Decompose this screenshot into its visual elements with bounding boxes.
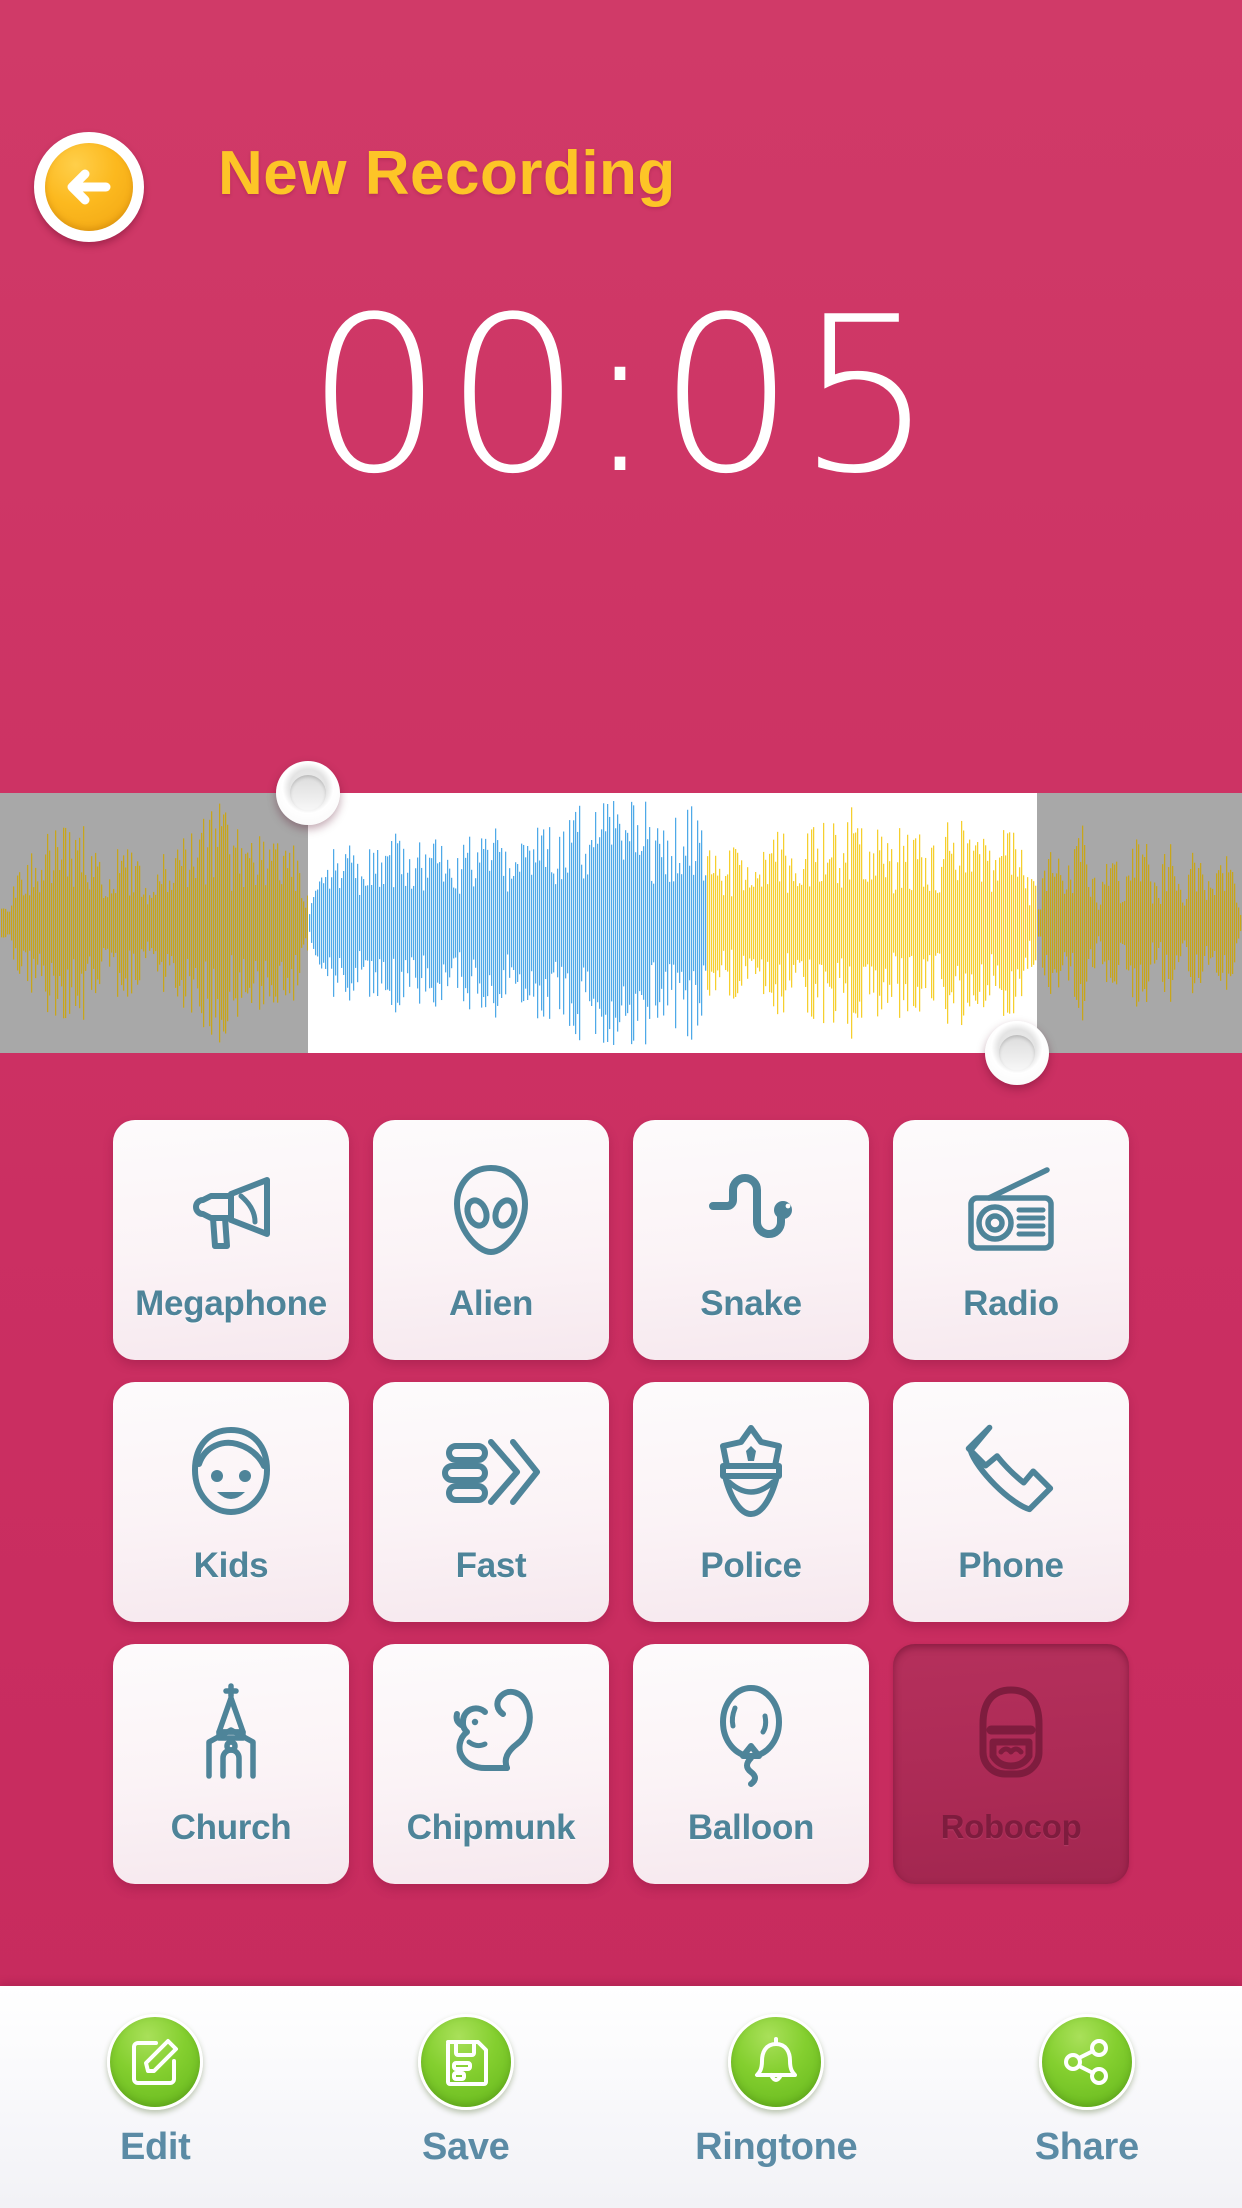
waveform-selection[interactable] [308, 793, 1037, 1053]
effect-label: Kids [193, 1546, 269, 1585]
effect-tile-robocop[interactable]: Robocop [893, 1644, 1129, 1884]
recording-timer: 00:05 [306, 270, 936, 521]
effect-tile-kids[interactable]: Kids [113, 1382, 349, 1622]
bottom-label: Ringtone [695, 2126, 858, 2168]
effect-label: Fast [455, 1546, 527, 1585]
radio-icon [947, 1146, 1075, 1274]
ringtone-button[interactable]: Ringtone [666, 2014, 886, 2169]
kid-face-icon [167, 1408, 295, 1536]
waveform-dim-right[interactable] [1037, 793, 1242, 1053]
effect-tile-radio[interactable]: Radio [893, 1120, 1129, 1360]
phone-handset-icon [947, 1408, 1075, 1536]
alien-head-icon [427, 1146, 555, 1274]
effect-tile-alien[interactable]: Alien [373, 1120, 609, 1360]
effects-grid: Megaphone Alien Snake Radio Kids Fast Po… [0, 1120, 1242, 1884]
header: New Recording [0, 132, 1242, 242]
effect-label: Balloon [687, 1808, 815, 1847]
bottom-label: Share [1034, 2126, 1139, 2168]
effect-tile-police[interactable]: Police [633, 1382, 869, 1622]
effect-label: Megaphone [135, 1284, 327, 1323]
effect-tile-snake[interactable]: Snake [633, 1120, 869, 1360]
edit-button[interactable]: Edit [45, 2014, 265, 2169]
effect-tile-fast[interactable]: Fast [373, 1382, 609, 1622]
arrow-left-icon [45, 143, 133, 231]
waveform-dim-left-bars [1, 803, 308, 1043]
squirrel-icon [427, 1670, 555, 1798]
page-title: New Recording [218, 139, 676, 208]
megaphone-icon [167, 1146, 295, 1274]
effect-label: Police [700, 1546, 802, 1585]
bottom-label: Edit [119, 2126, 191, 2168]
save-button[interactable]: Save [356, 2014, 576, 2169]
effect-label: Phone [958, 1546, 1064, 1585]
back-button[interactable] [34, 132, 144, 242]
snake-icon [687, 1146, 815, 1274]
effect-tile-megaphone[interactable]: Megaphone [113, 1120, 349, 1360]
bell-icon [728, 2014, 825, 2110]
voice-changer-screen: New Recording 00:05 Megaphone Alien Snak… [0, 0, 1242, 2208]
robocop-head-icon [947, 1670, 1075, 1798]
bottom-toolbar: Edit Save Ringtone Share [0, 1986, 1242, 2208]
floppy-disk-icon [417, 2014, 514, 2110]
effect-label: Snake [700, 1284, 802, 1323]
share-button[interactable]: Share [977, 2014, 1197, 2169]
share-nodes-icon [1038, 2014, 1135, 2110]
effect-label: Robocop [940, 1808, 1082, 1845]
effect-label: Radio [963, 1284, 1059, 1323]
right-trim-handle[interactable] [985, 1021, 1049, 1085]
bottom-label: Save [421, 2126, 510, 2168]
waveform-band[interactable] [0, 761, 1242, 1085]
balloon-icon [687, 1670, 815, 1798]
effect-tile-chipmunk[interactable]: Chipmunk [373, 1644, 609, 1884]
police-hat-icon [687, 1408, 815, 1536]
effect-tile-phone[interactable]: Phone [893, 1382, 1129, 1622]
fast-forward-icon [427, 1408, 555, 1536]
effect-label: Chipmunk [406, 1808, 576, 1847]
effect-tile-church[interactable]: Church [113, 1644, 349, 1884]
waveform-selection-bars [309, 801, 1037, 1045]
waveform-dim-left[interactable] [0, 793, 308, 1053]
waveform-dim-right-bars [1038, 825, 1242, 1021]
church-icon [167, 1670, 295, 1798]
effect-label: Alien [448, 1284, 534, 1323]
left-trim-handle[interactable] [276, 761, 340, 825]
effect-label: Church [170, 1808, 292, 1847]
effect-tile-balloon[interactable]: Balloon [633, 1644, 869, 1884]
pencil-edit-icon [107, 2014, 204, 2110]
